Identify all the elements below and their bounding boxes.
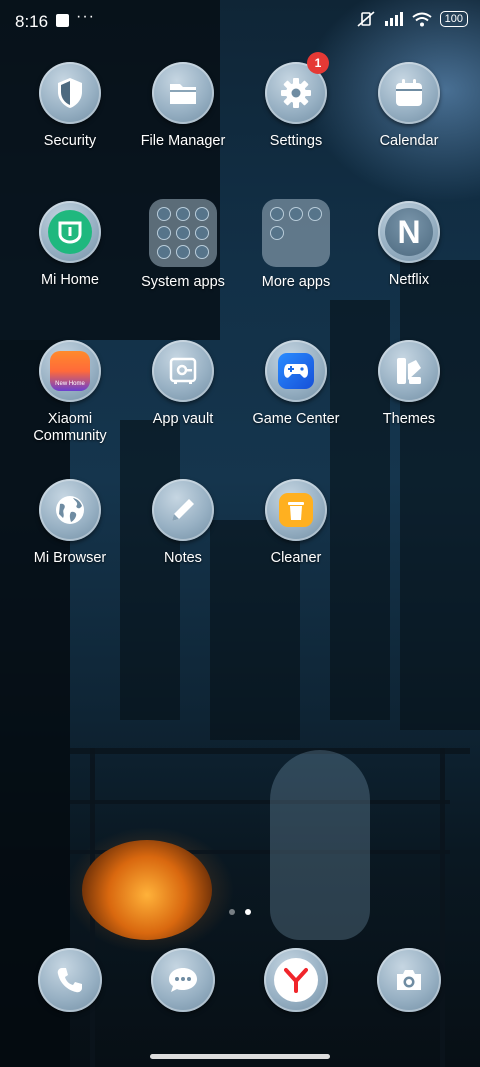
app-calendar[interactable]: Calendar	[353, 62, 465, 150]
app-notes[interactable]: Notes	[127, 479, 239, 567]
app-label: Mi Browser	[33, 550, 107, 566]
app-mi-home[interactable]: Mi Home	[14, 201, 126, 289]
notification-badge: 1	[307, 52, 329, 74]
security-icon	[39, 62, 101, 124]
dock-yandex-browser[interactable]	[263, 948, 329, 1012]
app-netflix[interactable]: N Netflix	[353, 201, 465, 289]
dock-messages[interactable]	[150, 948, 216, 1012]
app-label: Xiaomi Community	[33, 411, 107, 444]
app-label: Notes	[164, 550, 202, 566]
messages-icon	[151, 948, 215, 1012]
gesture-home-bar[interactable]	[150, 1054, 330, 1059]
app-file-manager[interactable]: File Manager	[127, 62, 239, 150]
app-label: Mi Home	[40, 272, 99, 288]
app-label: Netflix	[388, 272, 430, 288]
phone-icon	[38, 948, 102, 1012]
mi-home-icon	[39, 201, 101, 263]
app-mi-browser[interactable]: Mi Browser	[14, 479, 126, 567]
app-label: File Manager	[140, 133, 226, 149]
app-label: App vault	[152, 411, 214, 427]
battery-indicator: 100	[439, 11, 468, 27]
game-center-icon	[265, 340, 327, 402]
app-game-center[interactable]: Game Center	[240, 340, 352, 428]
app-label: Themes	[382, 411, 436, 427]
dock-camera[interactable]	[376, 948, 442, 1012]
app-themes[interactable]: Themes	[353, 340, 465, 428]
app-label: Calendar	[379, 133, 439, 149]
cleaner-icon	[265, 479, 327, 541]
yandex-browser-icon	[264, 948, 328, 1012]
folder-system-apps[interactable]: System apps	[127, 199, 239, 291]
xiaomi-community-icon: New Home	[39, 340, 101, 402]
folder-icon	[152, 62, 214, 124]
globe-icon	[39, 479, 101, 541]
page-dot-active	[245, 909, 251, 915]
themes-icon	[378, 340, 440, 402]
app-label: Game Center	[252, 411, 340, 427]
status-bar: 8:16 ··· 100	[0, 0, 480, 44]
app-security[interactable]: Security	[14, 62, 126, 150]
pencil-icon	[152, 479, 214, 541]
page-indicator	[229, 909, 251, 915]
vault-icon	[152, 340, 214, 402]
pumpkin	[82, 840, 212, 940]
netflix-icon: N	[378, 201, 440, 263]
status-time: 8:16	[15, 12, 49, 31]
app-label: Settings	[269, 133, 323, 149]
page-dot	[229, 909, 235, 915]
signal-icon	[384, 12, 403, 26]
vibrate-off-icon	[357, 11, 375, 27]
app-label: Cleaner	[270, 550, 322, 566]
calendar-icon	[378, 62, 440, 124]
app-label: Security	[43, 133, 97, 149]
dock-phone[interactable]	[37, 948, 103, 1012]
app-xiaomi-community[interactable]: New Home Xiaomi Community	[14, 340, 126, 445]
folder-icon	[262, 199, 330, 267]
app-cleaner[interactable]: Cleaner	[240, 479, 352, 567]
folder-more-apps[interactable]: More apps	[240, 199, 352, 291]
app-app-vault[interactable]: App vault	[127, 340, 239, 428]
ghost-figure	[270, 750, 370, 940]
notification-icon	[56, 14, 69, 27]
more-notifications-icon: ···	[76, 8, 95, 25]
camera-icon	[377, 948, 441, 1012]
wifi-icon	[412, 12, 432, 26]
gear-icon: 1	[265, 52, 329, 124]
app-label: More apps	[261, 274, 331, 290]
app-sublabel: New Home	[55, 381, 85, 387]
app-label: System apps	[141, 274, 225, 290]
app-settings[interactable]: 1 Settings	[240, 52, 352, 150]
folder-icon	[149, 199, 217, 267]
